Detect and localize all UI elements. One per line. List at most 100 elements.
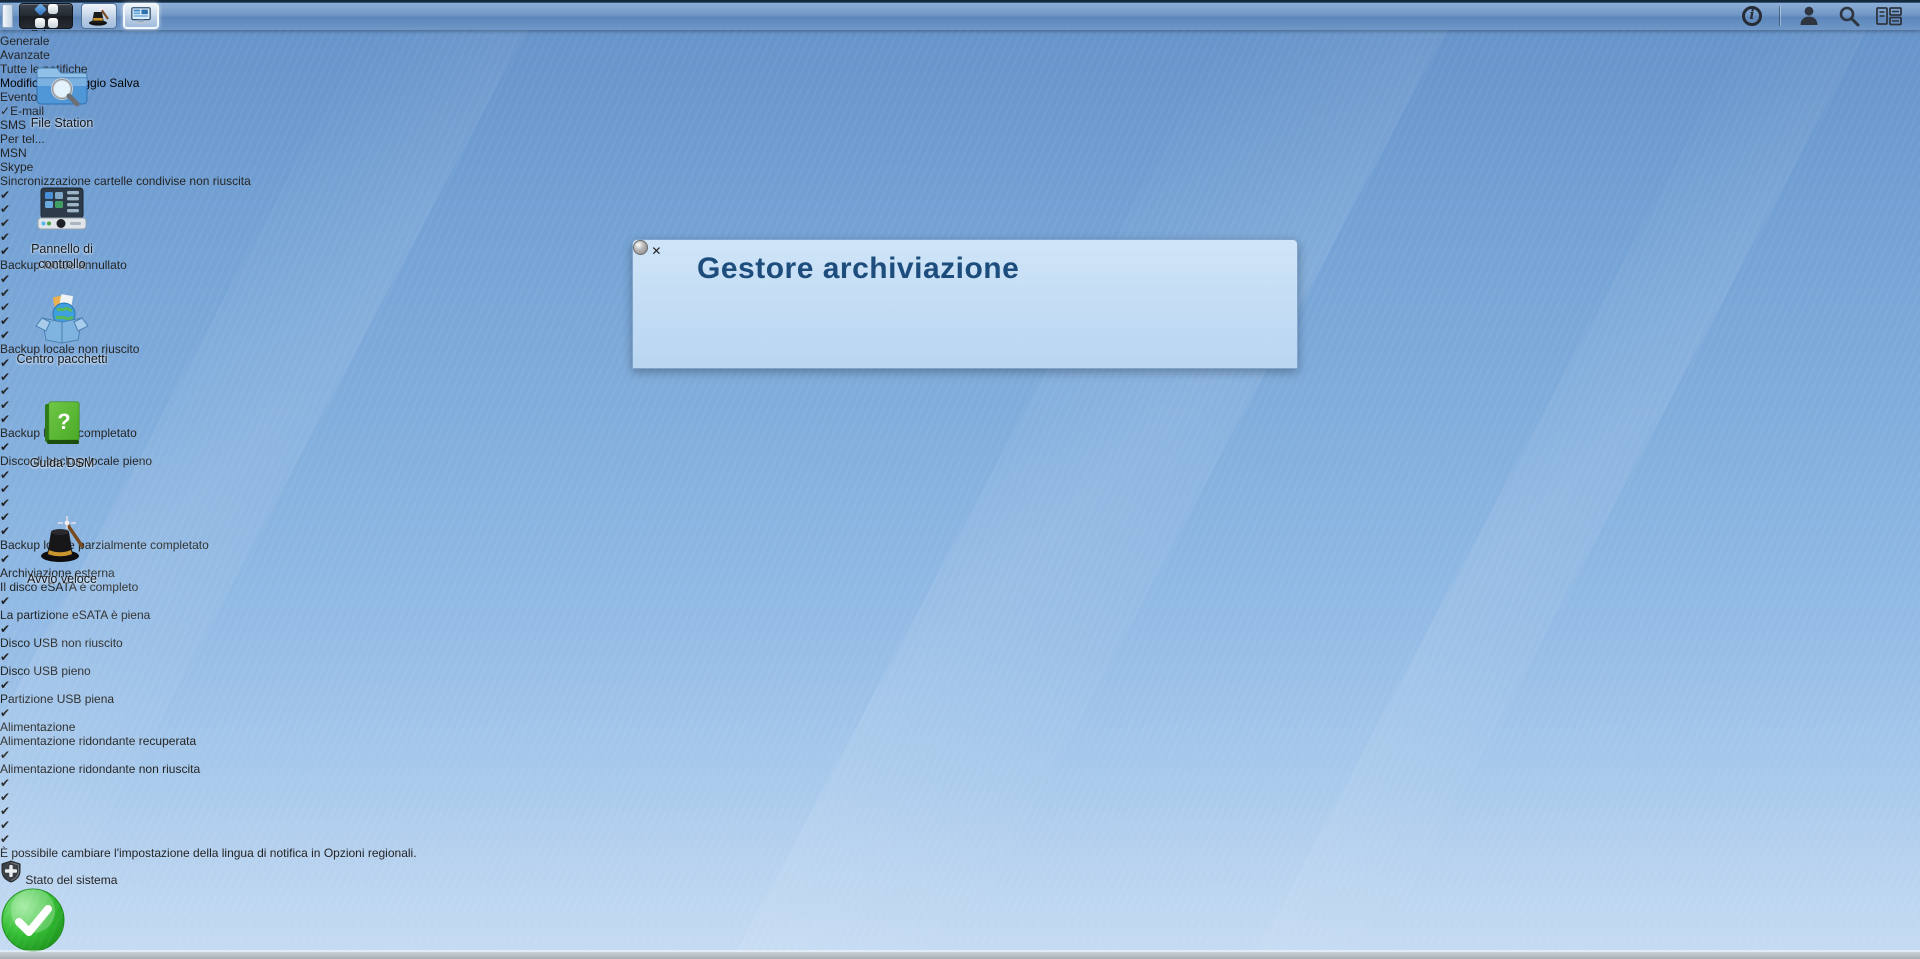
notification-row: Disco di backup locale pieno✔✔✔✔✔: [0, 454, 1920, 538]
show-desktop-button[interactable]: [2, 4, 13, 28]
notification-checkbox[interactable]: ✔: [0, 314, 10, 328]
minimize-button[interactable]: [633, 240, 648, 255]
magic-hat-icon: [34, 512, 90, 566]
info-button[interactable]: i: [1735, 3, 1769, 29]
notification-checkbox[interactable]: ✔: [0, 398, 10, 412]
section-row[interactable]: Archiviazione esterna: [0, 566, 1920, 580]
channel-header-checkbox[interactable]: ✓: [0, 104, 10, 118]
notification-checkbox[interactable]: ✔: [0, 594, 10, 608]
notification-checkbox[interactable]: ✔: [0, 678, 10, 692]
notification-checkbox[interactable]: ✔: [0, 818, 10, 832]
widget-header-system-health: Stato del sistema: [0, 860, 1920, 887]
taskbar: i: [0, 0, 1920, 30]
window-title: Gestore archiviazione: [697, 252, 1019, 286]
check-icon: ✔: [0, 748, 10, 762]
notification-checkbox[interactable]: ✔: [0, 384, 10, 398]
notification-checkbox[interactable]: ✔: [0, 748, 10, 762]
column-header-evento[interactable]: Evento: [0, 90, 1920, 104]
folder-search-icon: [34, 58, 90, 110]
notification-checkbox[interactable]: ✔: [0, 524, 10, 538]
check-icon: ✔: [0, 832, 10, 846]
channel-header-skype[interactable]: Skype: [0, 160, 1920, 174]
channel-cell: ✔: [0, 818, 1920, 832]
desktop-icon-dsm-help[interactable]: ? Guida DSM: [10, 398, 114, 471]
notification-checkbox[interactable]: ✔: [0, 286, 10, 300]
channel-cell: ✔: [0, 804, 1920, 818]
check-icon: ✔: [0, 776, 10, 790]
check-icon: ✔: [0, 524, 10, 538]
event-label: Disco di backup locale pieno: [0, 454, 1920, 468]
channel-header-msn[interactable]: MSN: [0, 146, 1920, 160]
check-icon: ✔: [0, 804, 10, 818]
check-icon: ✔: [0, 398, 10, 412]
pilot-view-button[interactable]: [1872, 3, 1906, 29]
notification-checkbox[interactable]: ✔: [0, 790, 10, 804]
notification-checkbox[interactable]: ✔: [0, 216, 10, 230]
notification-checkbox[interactable]: ✔: [0, 496, 10, 510]
status-ok-icon: [0, 887, 66, 953]
notification-checkbox[interactable]: ✔: [0, 482, 10, 496]
notification-checkbox[interactable]: ✔: [0, 650, 10, 664]
channel-cell: ✔: [0, 398, 1920, 412]
notification-checkbox[interactable]: ✔: [0, 832, 10, 846]
desktop-icon-control-panel[interactable]: Pannello di controllo: [10, 182, 114, 272]
notification-checkbox[interactable]: ✔: [0, 272, 10, 286]
channel-header-email[interactable]: ✓E-mail: [0, 104, 1920, 118]
window-gestore-archiviazione[interactable]: Gestore archiviazione ✕: [632, 239, 1298, 369]
search-button[interactable]: [1832, 3, 1866, 29]
desktop-icon-file-station[interactable]: File Station: [10, 58, 114, 131]
notification-checkbox[interactable]: ✔: [0, 412, 10, 426]
check-icon: ✔: [0, 286, 10, 300]
desktop-icon-label: File Station: [10, 116, 114, 131]
desktop-icon-package-center[interactable]: Centro pacchetti: [10, 292, 114, 367]
notification-checkbox[interactable]: ✔: [0, 356, 10, 370]
notification-checkbox[interactable]: ✔: [0, 510, 10, 524]
quick-launch-button[interactable]: [81, 3, 117, 29]
check-icon: ✔: [0, 314, 10, 328]
channel-cell: ✔: [0, 832, 1920, 846]
close-button[interactable]: ✕: [651, 244, 666, 259]
taskbar-left: [0, 2, 165, 30]
channel-header-pertel[interactable]: Per tel...: [0, 132, 1920, 146]
tab-strip: Generale Avanzate: [0, 34, 1920, 62]
notification-checkbox[interactable]: ✔: [0, 370, 10, 384]
check-icon: ✔: [0, 650, 10, 664]
notification-checkbox[interactable]: ✔: [0, 706, 10, 720]
notification-checkbox[interactable]: ✔: [0, 244, 10, 258]
notification-row: Partizione USB piena✔: [0, 692, 1920, 720]
notification-checkbox[interactable]: ✔: [0, 776, 10, 790]
notification-row: Il disco eSATA è completo✔: [0, 580, 1920, 608]
notification-checkbox[interactable]: ✔: [0, 552, 10, 566]
channel-cell: ✔: [0, 482, 1920, 496]
event-label: Sincronizzazione cartelle condivise non …: [0, 174, 1920, 188]
user-menu-button[interactable]: [1792, 3, 1826, 29]
notification-checkbox[interactable]: ✔: [0, 202, 10, 216]
notification-checkbox[interactable]: ✔: [0, 328, 10, 342]
notification-checkbox[interactable]: ✔: [0, 622, 10, 636]
event-label: La partizione eSATA è piena: [0, 608, 1920, 622]
tab-avanzate[interactable]: Avanzate: [0, 48, 1920, 62]
section-row[interactable]: Alimentazione: [0, 720, 1920, 734]
channel-cell: ✔: [0, 524, 1920, 538]
check-icon: ✔: [0, 300, 10, 314]
notification-row: Disco USB pieno✔: [0, 664, 1920, 692]
notification-checkbox[interactable]: ✔: [0, 230, 10, 244]
notification-checkbox[interactable]: ✔: [0, 188, 10, 202]
notification-filter-select[interactable]: Tutte le notifiche: [0, 62, 1920, 76]
pilot-view-icon: [1876, 5, 1902, 27]
main-menu-button[interactable]: [19, 3, 73, 29]
channel-header-sms[interactable]: SMS: [0, 118, 1920, 132]
notification-checkbox[interactable]: ✔: [0, 440, 10, 454]
notification-checkbox[interactable]: ✔: [0, 468, 10, 482]
task-button-gestore-archiviazione[interactable]: [123, 3, 159, 29]
check-icon: ✔: [0, 552, 10, 566]
toolbar: Tutte le notifiche Modifica messaggio Sa…: [0, 62, 1920, 90]
regional-options-link[interactable]: Opzioni regionali: [324, 846, 413, 860]
channel-cell: ✔: [0, 440, 1920, 454]
table-header-row: Evento ✓E-mailSMSPer tel...MSNSkype: [0, 90, 1920, 174]
tab-generale[interactable]: Generale: [0, 34, 1920, 48]
channel-cell: ✔: [0, 496, 1920, 510]
notification-checkbox[interactable]: ✔: [0, 804, 10, 818]
notification-checkbox[interactable]: ✔: [0, 300, 10, 314]
desktop-icon-quick-start[interactable]: Avvio veloce: [10, 512, 114, 587]
